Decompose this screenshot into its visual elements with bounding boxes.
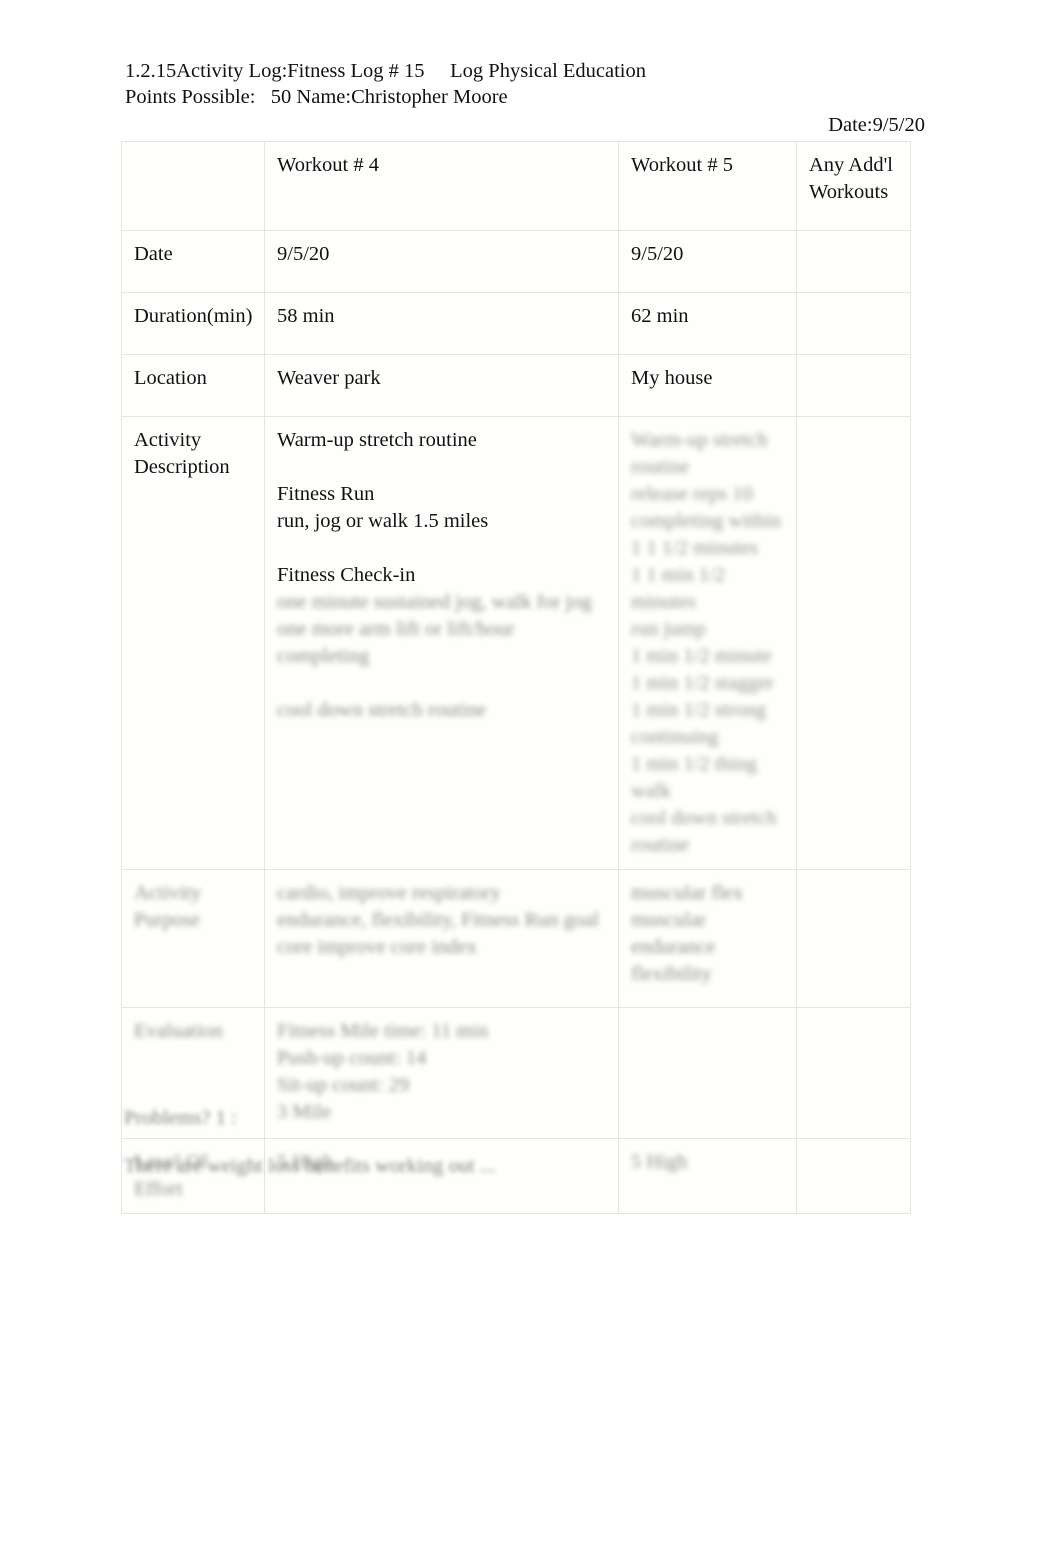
cell-workout5-activity-description: Warm-up stretch routine release reps 10 … xyxy=(618,416,797,870)
cell-additional-date xyxy=(796,230,911,293)
activity-line-redacted: release reps 10 xyxy=(631,483,753,505)
row-label-activity-purpose: Activity Purpose xyxy=(121,869,265,1008)
footer-notes: Problems? 1 : There are weight loss bene… xyxy=(124,1105,824,1201)
activity-line: Fitness Check-in xyxy=(277,564,416,586)
purpose-line-redacted: endurance, flexibility, Fitness Run goal xyxy=(277,909,600,931)
evaluation-line-redacted: Fitness Mile time: 11 min xyxy=(277,1020,489,1042)
activity-line-redacted: cool down stretch routine xyxy=(277,699,486,721)
table-header-row: Workout # 4 Workout # 5 Any Add'l Workou… xyxy=(121,141,911,231)
activity-line-redacted: completing within xyxy=(631,510,781,532)
activity-line-redacted: one minute sustained jog, walk for jog xyxy=(277,591,592,613)
activity-line-redacted: routine xyxy=(631,834,690,856)
header-date: Date:9/5/20 xyxy=(828,114,925,136)
activity-line: Fitness Run xyxy=(277,483,375,505)
activity-line: Warm-up stretch routine xyxy=(277,429,477,451)
table-row: Date 9/5/20 9/5/20 xyxy=(121,230,911,293)
purpose-line-redacted: cardio, improve respiratory xyxy=(277,882,501,904)
purpose-line-redacted: core improve core index xyxy=(277,936,477,958)
row-label-redacted: Activity Purpose xyxy=(134,882,202,931)
row-label-activity-line1: Activity Description xyxy=(134,429,230,478)
activity-line-redacted: Warm-up stretch xyxy=(631,429,768,451)
activity-line-redacted: 1 min 1/2 minute xyxy=(631,645,772,667)
cell-workout4-duration: 58 min xyxy=(264,292,619,355)
document-page: 1.2.15Activity Log:Fitness Log # 15 Log … xyxy=(0,0,1062,1561)
document-header: 1.2.15Activity Log:Fitness Log # 15 Log … xyxy=(125,58,945,110)
activity-line-redacted: routine xyxy=(631,456,690,478)
activity-line-redacted: 1 min 1/2 stagger xyxy=(631,672,774,694)
activity-line-redacted: continuing xyxy=(631,726,719,748)
cell-additional-activity-description xyxy=(796,416,911,870)
purpose-line-redacted: muscular flex xyxy=(631,882,744,904)
header-points-name-line: Points Possible: 50 Name:Christopher Moo… xyxy=(125,86,508,108)
activity-spacer xyxy=(277,535,608,562)
activity-line: run, jog or walk 1.5 miles xyxy=(277,510,489,532)
evaluation-line-redacted: Sit-up count: 29 xyxy=(277,1074,410,1096)
header-cell-workout4: Workout # 4 xyxy=(264,141,619,231)
footer-note-line-2: There are weight loss benefits working o… xyxy=(124,1155,496,1177)
activity-line-redacted: cool down stretch xyxy=(631,807,777,829)
purpose-lines-workout5: muscular flex muscular endurance flexibi… xyxy=(631,880,786,988)
cell-additional-activity-purpose xyxy=(796,869,911,1008)
activity-line-redacted: 1 1 min 1/2 minutes xyxy=(631,564,725,613)
row-label-location: Location xyxy=(121,354,265,417)
cell-additional-duration xyxy=(796,292,911,355)
activity-lines-workout4: Warm-up stretch routine Fitness Run run,… xyxy=(277,427,608,724)
cell-additional-location xyxy=(796,354,911,417)
cell-workout4-activity-purpose: cardio, improve respiratory endurance, f… xyxy=(264,869,619,1008)
cell-workout4-date: 9/5/20 xyxy=(264,230,619,293)
cell-workout5-activity-purpose: muscular flex muscular endurance flexibi… xyxy=(618,869,797,1008)
row-label-duration: Duration(min) xyxy=(121,292,265,355)
cell-workout5-location: My house xyxy=(618,354,797,417)
activity-line-redacted: walk xyxy=(631,780,671,802)
table-row: Duration(min) 58 min 62 min xyxy=(121,292,911,355)
purpose-line-redacted: muscular xyxy=(631,909,707,931)
activity-line-redacted: 1 min 1/2 strong xyxy=(631,699,766,721)
evaluation-line-redacted: Push-up count: 14 xyxy=(277,1047,427,1069)
cell-workout5-duration: 62 min xyxy=(618,292,797,355)
table-row: Activity Description Warm-up stretch rou… xyxy=(121,416,911,870)
activity-line-redacted: one more arm lift or lift/hour completin… xyxy=(277,618,515,667)
purpose-line-redacted: endurance xyxy=(631,936,716,958)
table-row: Location Weaver park My house xyxy=(121,354,911,417)
purpose-lines-workout4: cardio, improve respiratory endurance, f… xyxy=(277,880,608,961)
header-title-line: 1.2.15Activity Log:Fitness Log # 15 Log … xyxy=(125,60,646,82)
header-cell-workout5: Workout # 5 xyxy=(618,141,797,231)
activity-spacer xyxy=(277,454,608,481)
activity-spacer xyxy=(277,670,608,697)
cell-workout5-date: 9/5/20 xyxy=(618,230,797,293)
activity-lines-workout5: Warm-up stretch routine release reps 10 … xyxy=(631,427,786,859)
row-label-redacted: Evaluation xyxy=(134,1020,223,1042)
header-cell-blank xyxy=(121,141,265,231)
row-label-activity-description: Activity Description xyxy=(121,416,265,870)
cell-workout4-activity-description: Warm-up stretch routine Fitness Run run,… xyxy=(264,416,619,870)
activity-line-redacted: 1 min 1/2 thing xyxy=(631,753,757,775)
activity-log-table: Workout # 4 Workout # 5 Any Add'l Workou… xyxy=(121,141,911,1214)
footer-note-line-1: Problems? 1 : xyxy=(124,1107,237,1129)
purpose-line-redacted: flexibility xyxy=(631,963,712,985)
cell-workout4-location: Weaver park xyxy=(264,354,619,417)
activity-line-redacted: run jump xyxy=(631,618,706,640)
activity-line-redacted: 1 1 1/2 minutes xyxy=(631,537,758,559)
header-cell-additional: Any Add'l Workouts xyxy=(796,141,911,231)
table-row: Activity Purpose cardio, improve respira… xyxy=(121,869,911,1008)
row-label-date: Date xyxy=(121,230,265,293)
